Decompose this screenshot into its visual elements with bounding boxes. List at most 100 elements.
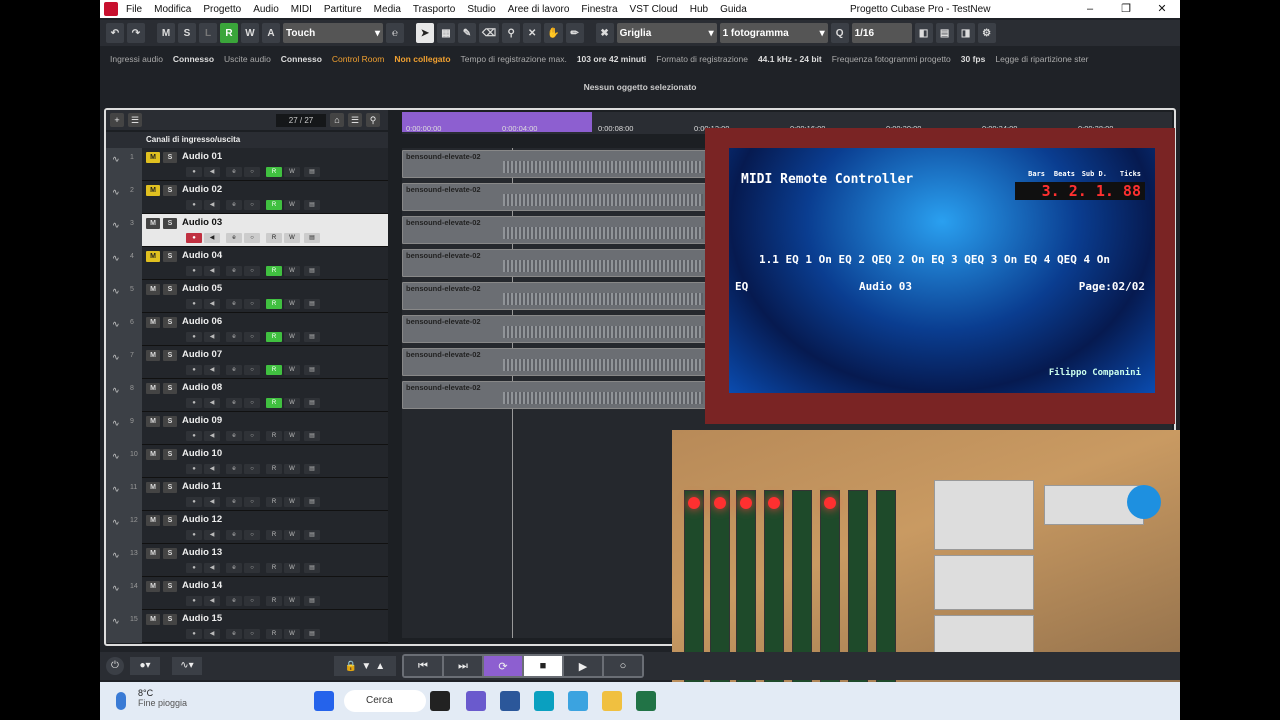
write-automation-button[interactable]: W (284, 167, 300, 177)
range-tool-icon[interactable]: ▦ (437, 23, 455, 43)
monitor-button[interactable]: ◀ (204, 398, 220, 408)
task-view-icon[interactable] (430, 691, 450, 711)
menu-item[interactable]: Modifica (154, 4, 191, 15)
remote-desktop-icon[interactable] (534, 691, 554, 711)
track-row[interactable]: ∿ 2 M S Audio 02 ● ◀ e ○ R W ▤ (106, 181, 388, 214)
track-row[interactable]: ∿ 11 M S Audio 11 ● ◀ e ○ R W ▤ (106, 478, 388, 511)
track-options-button[interactable]: ▤ (304, 629, 320, 639)
track-options-button[interactable]: ▤ (304, 596, 320, 606)
track-row[interactable]: ∿ 12 M S Audio 12 ● ◀ e ○ R W ▤ (106, 511, 388, 544)
monitor-button[interactable]: ◀ (204, 464, 220, 474)
record-enable-button[interactable]: ● (186, 233, 202, 243)
pointer-tool-icon[interactable]: ➤ (416, 23, 434, 43)
track-name[interactable]: Audio 15 (182, 613, 222, 624)
track-name[interactable]: Audio 09 (182, 415, 222, 426)
mute-button[interactable]: M (146, 548, 160, 559)
record-mode-icon[interactable]: ●▾ (130, 657, 160, 675)
lane-button[interactable]: ○ (244, 596, 260, 606)
edit-button[interactable]: e (226, 398, 242, 408)
track-row[interactable]: ∿ 9 M S Audio 09 ● ◀ e ○ R W ▤ (106, 412, 388, 445)
menu-item[interactable]: Studio (467, 4, 495, 15)
lane-button[interactable]: ○ (244, 365, 260, 375)
weather-widget[interactable]: 8°C Fine pioggia (138, 688, 187, 708)
quantize-icon[interactable]: Q (830, 23, 849, 43)
constrain-icon[interactable]: ℮ (386, 23, 404, 43)
record-icon[interactable]: ○ (604, 656, 642, 676)
mute-tool-icon[interactable]: ✕ (523, 23, 542, 43)
edit-button[interactable]: e (226, 233, 242, 243)
write-automation-button[interactable]: W (284, 431, 300, 441)
list-icon[interactable]: ☰ (348, 113, 362, 127)
record-enable-button[interactable]: ● (186, 200, 202, 210)
read-automation-button[interactable]: R (266, 299, 282, 309)
monitor-button[interactable]: ◀ (204, 431, 220, 441)
edit-button[interactable]: e (226, 464, 242, 474)
track-row[interactable]: ∿ 4 M S Audio 04 ● ◀ e ○ R W ▤ (106, 247, 388, 280)
edit-button[interactable]: e (226, 200, 242, 210)
add-folder-icon[interactable]: ☰ (128, 113, 142, 127)
write-automation-button[interactable]: W (284, 233, 300, 243)
track-row[interactable]: ∿ 5 M S Audio 05 ● ◀ e ○ R W ▤ (106, 280, 388, 313)
go-to-start-icon[interactable]: ⏮ (404, 656, 442, 676)
solo-button[interactable]: S (163, 284, 177, 295)
menu-item[interactable]: Audio (253, 4, 279, 15)
folder-track[interactable]: Canali di ingresso/uscita (106, 132, 388, 148)
lane-button[interactable]: ○ (244, 497, 260, 507)
write-automation-button[interactable]: W (284, 530, 300, 540)
track-name[interactable]: Audio 04 (182, 250, 222, 261)
mute-button[interactable]: M (146, 185, 160, 196)
solo-button[interactable]: S (163, 515, 177, 526)
mute-button[interactable]: M (146, 284, 160, 295)
go-to-end-icon[interactable]: ⏭ (444, 656, 482, 676)
read-automation-button[interactable]: R (266, 332, 282, 342)
audio-event[interactable]: bensound-elevate-02 (402, 183, 707, 211)
write-automation-button[interactable]: W (284, 266, 300, 276)
track-name[interactable]: Audio 12 (182, 514, 222, 525)
mute-button[interactable]: M (146, 614, 160, 625)
mute-all-button[interactable]: M (157, 23, 175, 43)
menu-item[interactable]: File (126, 4, 142, 15)
record-enable-button[interactable]: ● (186, 431, 202, 441)
track-row[interactable]: ∿ 3 M S Audio 03 ● ◀ e ○ R W ▤ (106, 214, 388, 247)
cycle-icon[interactable]: ⟳ (484, 656, 522, 676)
record-enable-button[interactable]: ● (186, 596, 202, 606)
automation-mode-select[interactable]: Touch ▾ (283, 23, 383, 43)
metronome-icon[interactable]: ∿▾ (172, 657, 202, 675)
write-automation-button[interactable]: W (284, 299, 300, 309)
track-name[interactable]: Audio 05 (182, 283, 222, 294)
write-automation-button[interactable]: W (284, 596, 300, 606)
menu-item[interactable]: Hub (690, 4, 708, 15)
record-enable-button[interactable]: ● (186, 266, 202, 276)
write-button[interactable]: W (241, 23, 259, 43)
audio-event[interactable]: bensound-elevate-02 (402, 348, 707, 376)
record-enable-button[interactable]: ● (186, 299, 202, 309)
record-enable-button[interactable]: ● (186, 464, 202, 474)
person-icon[interactable]: ▲ (375, 661, 385, 672)
edit-button[interactable]: e (226, 563, 242, 573)
audio-inputs-value[interactable]: Connesso (173, 54, 214, 64)
read-automation-button[interactable]: R (266, 530, 282, 540)
edit-button[interactable]: e (226, 332, 242, 342)
solo-button[interactable]: S (163, 482, 177, 493)
format-value[interactable]: 44.1 kHz - 24 bit (758, 54, 822, 64)
lock-controls[interactable]: 🔒 ▼ ▲ (334, 656, 396, 676)
track-name[interactable]: Audio 07 (182, 349, 222, 360)
read-automation-button[interactable]: R (266, 398, 282, 408)
edit-button[interactable]: e (226, 431, 242, 441)
read-button[interactable]: R (220, 23, 238, 43)
write-automation-button[interactable]: W (284, 398, 300, 408)
erase-tool-icon[interactable]: ⌫ (479, 23, 500, 43)
audio-event[interactable]: bensound-elevate-02 (402, 249, 707, 277)
taskbar-search[interactable]: Cerca (344, 690, 426, 712)
monitor-button[interactable]: ◀ (204, 299, 220, 309)
read-automation-button[interactable]: R (266, 167, 282, 177)
record-enable-button[interactable]: ● (186, 497, 202, 507)
power-icon[interactable]: ⏻ (106, 657, 124, 675)
zoom-tool-icon[interactable]: ⚲ (502, 23, 521, 43)
write-automation-button[interactable]: W (284, 332, 300, 342)
record-enable-button[interactable]: ● (186, 167, 202, 177)
track-name[interactable]: Audio 02 (182, 184, 222, 195)
read-automation-button[interactable]: R (266, 233, 282, 243)
write-automation-button[interactable]: W (284, 563, 300, 573)
edit-button[interactable]: e (226, 596, 242, 606)
